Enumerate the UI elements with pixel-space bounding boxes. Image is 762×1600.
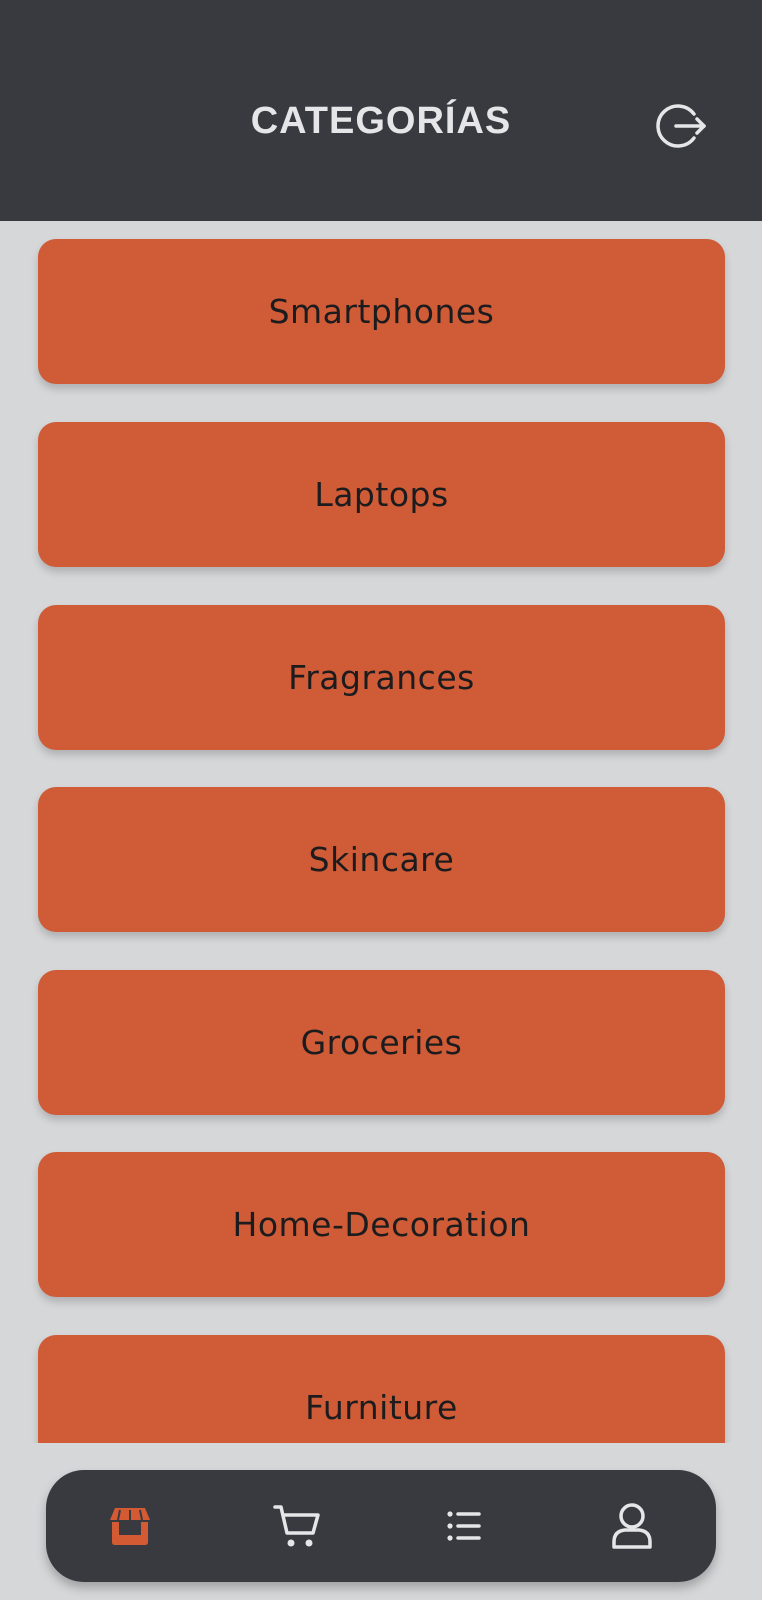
category-card-fragrances[interactable]: Fragrances [38, 605, 725, 750]
logout-icon [656, 104, 706, 148]
category-label: Home-Decoration [232, 1205, 531, 1244]
cart-icon [273, 1505, 320, 1547]
category-list[interactable]: Smartphones Laptops Fragrances Skincare … [0, 221, 762, 1443]
category-card-home-decoration[interactable]: Home-Decoration [38, 1152, 725, 1297]
user-icon [612, 1503, 652, 1549]
category-card-laptops[interactable]: Laptops [38, 422, 725, 567]
category-card-groceries[interactable]: Groceries [38, 970, 725, 1115]
logout-button[interactable] [656, 100, 708, 152]
store-icon [110, 1508, 150, 1545]
nav-store-button[interactable] [85, 1470, 175, 1582]
category-card-smartphones[interactable]: Smartphones [38, 239, 725, 384]
category-label: Fragrances [288, 658, 475, 697]
list-icon [447, 1511, 481, 1541]
category-card-furniture[interactable]: Furniture [38, 1335, 725, 1443]
category-label: Laptops [314, 475, 449, 514]
app-header: CATEGORÍAS [0, 0, 762, 221]
bottom-nav [46, 1470, 716, 1582]
page-title: CATEGORÍAS [250, 100, 512, 142]
category-label: Skincare [308, 840, 455, 879]
category-label: Furniture [305, 1388, 458, 1427]
category-label: Smartphones [268, 292, 495, 331]
nav-list-button[interactable] [419, 1470, 509, 1582]
category-label: Groceries [300, 1023, 463, 1062]
nav-profile-button[interactable] [587, 1470, 677, 1582]
category-card-skincare[interactable]: Skincare [38, 787, 725, 932]
nav-cart-button[interactable] [252, 1470, 342, 1582]
